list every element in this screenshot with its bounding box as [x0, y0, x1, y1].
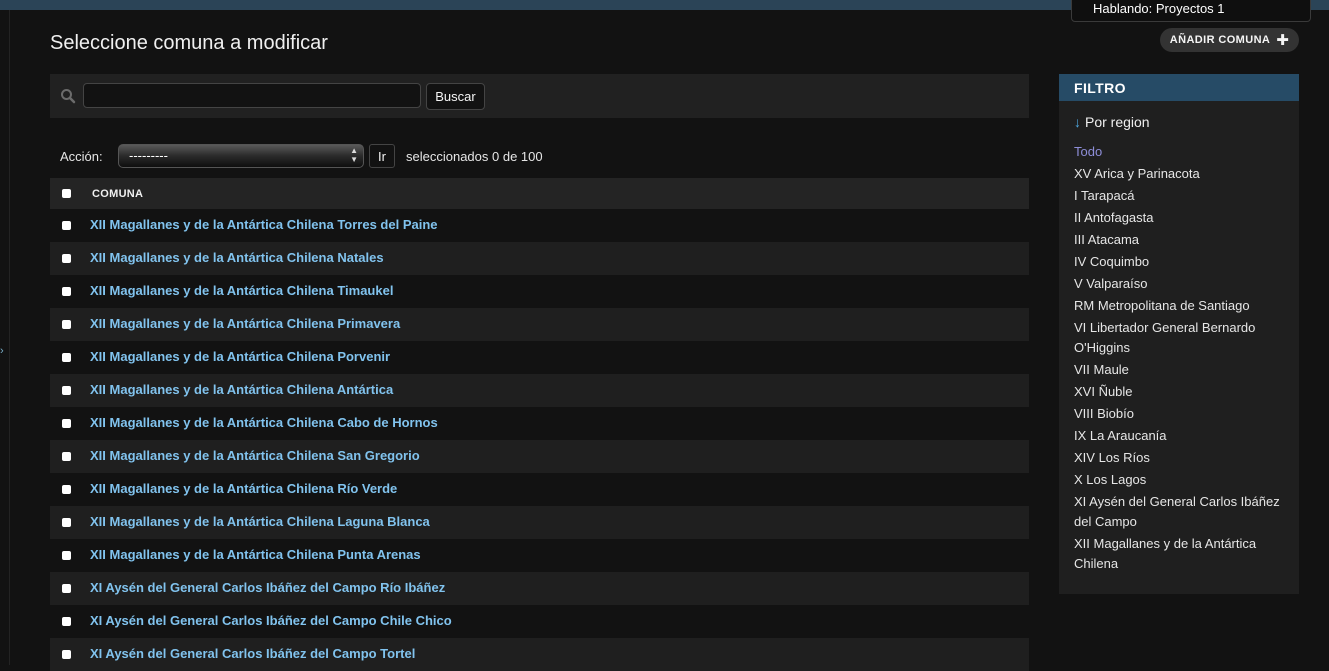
- tooltip: Hablando: Proyectos 1: [1071, 0, 1311, 22]
- search-button[interactable]: Buscar: [426, 83, 485, 110]
- comuna-link[interactable]: XII Magallanes y de la Antártica Chilena…: [90, 514, 430, 529]
- row-checkbox[interactable]: [62, 386, 71, 395]
- filter-subtitle-text: Por region: [1085, 114, 1150, 130]
- select-all-checkbox[interactable]: [62, 189, 71, 198]
- action-select-value: ---------: [129, 148, 168, 163]
- comuna-link[interactable]: XII Magallanes y de la Antártica Chilena…: [90, 349, 390, 364]
- action-label: Acción:: [60, 149, 103, 164]
- row-checkbox[interactable]: [62, 287, 71, 296]
- selection-counter: seleccionados 0 de 100: [406, 149, 543, 164]
- arrow-down-icon: ↓: [1074, 114, 1081, 130]
- comuna-link[interactable]: XII Magallanes y de la Antártica Chilena…: [90, 250, 384, 265]
- search-input[interactable]: [83, 83, 421, 108]
- comuna-link[interactable]: XII Magallanes y de la Antártica Chilena…: [90, 448, 420, 463]
- filter-item[interactable]: VI Libertador General Bernardo O'Higgins: [1074, 318, 1289, 358]
- comuna-link[interactable]: XII Magallanes y de la Antártica Chilena…: [90, 415, 438, 430]
- row-checkbox[interactable]: [62, 452, 71, 461]
- table-row: XI Aysén del General Carlos Ibáñez del C…: [50, 638, 1029, 671]
- filter-item[interactable]: XV Arica y Parinacota: [1074, 164, 1289, 184]
- row-checkbox[interactable]: [62, 320, 71, 329]
- comuna-link[interactable]: XII Magallanes y de la Antártica Chilena…: [90, 217, 438, 232]
- table-row: XII Magallanes y de la Antártica Chilena…: [50, 539, 1029, 572]
- table-row: XII Magallanes y de la Antártica Chilena…: [50, 473, 1029, 506]
- filter-list: Todo XV Arica y Parinacota I Tarapacá II…: [1074, 142, 1289, 576]
- table-row: XI Aysén del General Carlos Ibáñez del C…: [50, 605, 1029, 638]
- filter-item[interactable]: XVI Ñuble: [1074, 382, 1289, 402]
- column-header-comuna: COMUNA: [92, 188, 144, 200]
- comuna-link[interactable]: XII Magallanes y de la Antártica Chilena…: [90, 382, 393, 397]
- table-row: XII Magallanes y de la Antártica Chilena…: [50, 275, 1029, 308]
- row-checkbox[interactable]: [62, 518, 71, 527]
- sidebar-toggle-icon[interactable]: ›: [0, 346, 4, 357]
- comuna-link[interactable]: XI Aysén del General Carlos Ibáñez del C…: [90, 646, 415, 661]
- plus-icon: ✚: [1276, 31, 1290, 49]
- table-row: XI Aysén del General Carlos Ibáñez del C…: [50, 572, 1029, 605]
- filter-subtitle: ↓ Por region: [1074, 114, 1150, 130]
- actions-bar: Acción: --------- ▲ ▼ Ir seleccionados 0 …: [50, 142, 1029, 170]
- filter-item[interactable]: IV Coquimbo: [1074, 252, 1289, 272]
- comuna-link[interactable]: XII Magallanes y de la Antártica Chilena…: [90, 481, 397, 496]
- row-checkbox[interactable]: [62, 254, 71, 263]
- table-row: XII Magallanes y de la Antártica Chilena…: [50, 440, 1029, 473]
- row-checkbox[interactable]: [62, 485, 71, 494]
- results-table: COMUNA XII Magallanes y de la Antártica …: [50, 178, 1029, 671]
- table-row: XII Magallanes y de la Antártica Chilena…: [50, 341, 1029, 374]
- filter-item[interactable]: X Los Lagos: [1074, 470, 1289, 490]
- row-checkbox[interactable]: [62, 551, 71, 560]
- comuna-link[interactable]: XI Aysén del General Carlos Ibáñez del C…: [90, 613, 452, 628]
- row-checkbox[interactable]: [62, 617, 71, 626]
- add-comuna-button[interactable]: AÑADIR COMUNA ✚: [1160, 28, 1299, 52]
- filter-item[interactable]: V Valparaíso: [1074, 274, 1289, 294]
- search-toolbar: Buscar: [50, 74, 1029, 118]
- filter-item[interactable]: RM Metropolitana de Santiago: [1074, 296, 1289, 316]
- select-arrows-icon: ▲ ▼: [350, 146, 358, 164]
- filter-item[interactable]: VIII Biobío: [1074, 404, 1289, 424]
- sidebar-divider: [9, 10, 10, 665]
- filter-item[interactable]: III Atacama: [1074, 230, 1289, 250]
- filter-title: FILTRO: [1059, 74, 1299, 101]
- row-checkbox[interactable]: [62, 221, 71, 230]
- table-header: COMUNA: [50, 178, 1029, 209]
- filter-panel: FILTRO ↓ Por region Todo XV Arica y Parin…: [1059, 74, 1299, 594]
- go-button[interactable]: Ir: [369, 144, 395, 168]
- filter-item[interactable]: IX La Araucanía: [1074, 426, 1289, 446]
- filter-item[interactable]: XIV Los Ríos: [1074, 448, 1289, 468]
- row-checkbox[interactable]: [62, 650, 71, 659]
- table-row: XII Magallanes y de la Antártica Chilena…: [50, 242, 1029, 275]
- comuna-link[interactable]: XII Magallanes y de la Antártica Chilena…: [90, 283, 393, 298]
- filter-item[interactable]: XII Magallanes y de la Antártica Chilena: [1074, 534, 1289, 574]
- table-row: XII Magallanes y de la Antártica Chilena…: [50, 407, 1029, 440]
- filter-item[interactable]: VII Maule: [1074, 360, 1289, 380]
- row-checkbox[interactable]: [62, 353, 71, 362]
- filter-item-todo[interactable]: Todo: [1074, 142, 1289, 162]
- page-title: Seleccione comuna a modificar: [50, 32, 328, 54]
- filter-item[interactable]: XI Aysén del General Carlos Ibáñez del C…: [1074, 492, 1289, 532]
- action-select[interactable]: --------- ▲ ▼: [118, 144, 364, 168]
- table-row: XII Magallanes y de la Antártica Chilena…: [50, 374, 1029, 407]
- row-checkbox[interactable]: [62, 584, 71, 593]
- table-row: XII Magallanes y de la Antártica Chilena…: [50, 209, 1029, 242]
- tooltip-text: Hablando: Proyectos 1: [1093, 1, 1225, 16]
- search-icon: [61, 89, 76, 104]
- table-row: XII Magallanes y de la Antártica Chilena…: [50, 506, 1029, 539]
- table-row: XII Magallanes y de la Antártica Chilena…: [50, 308, 1029, 341]
- comuna-link[interactable]: XI Aysén del General Carlos Ibáñez del C…: [90, 580, 445, 595]
- comuna-link[interactable]: XII Magallanes y de la Antártica Chilena…: [90, 547, 421, 562]
- comuna-link[interactable]: XII Magallanes y de la Antártica Chilena…: [90, 316, 400, 331]
- row-checkbox[interactable]: [62, 419, 71, 428]
- filter-item[interactable]: II Antofagasta: [1074, 208, 1289, 228]
- filter-item[interactable]: I Tarapacá: [1074, 186, 1289, 206]
- add-comuna-label: AÑADIR COMUNA: [1169, 34, 1271, 46]
